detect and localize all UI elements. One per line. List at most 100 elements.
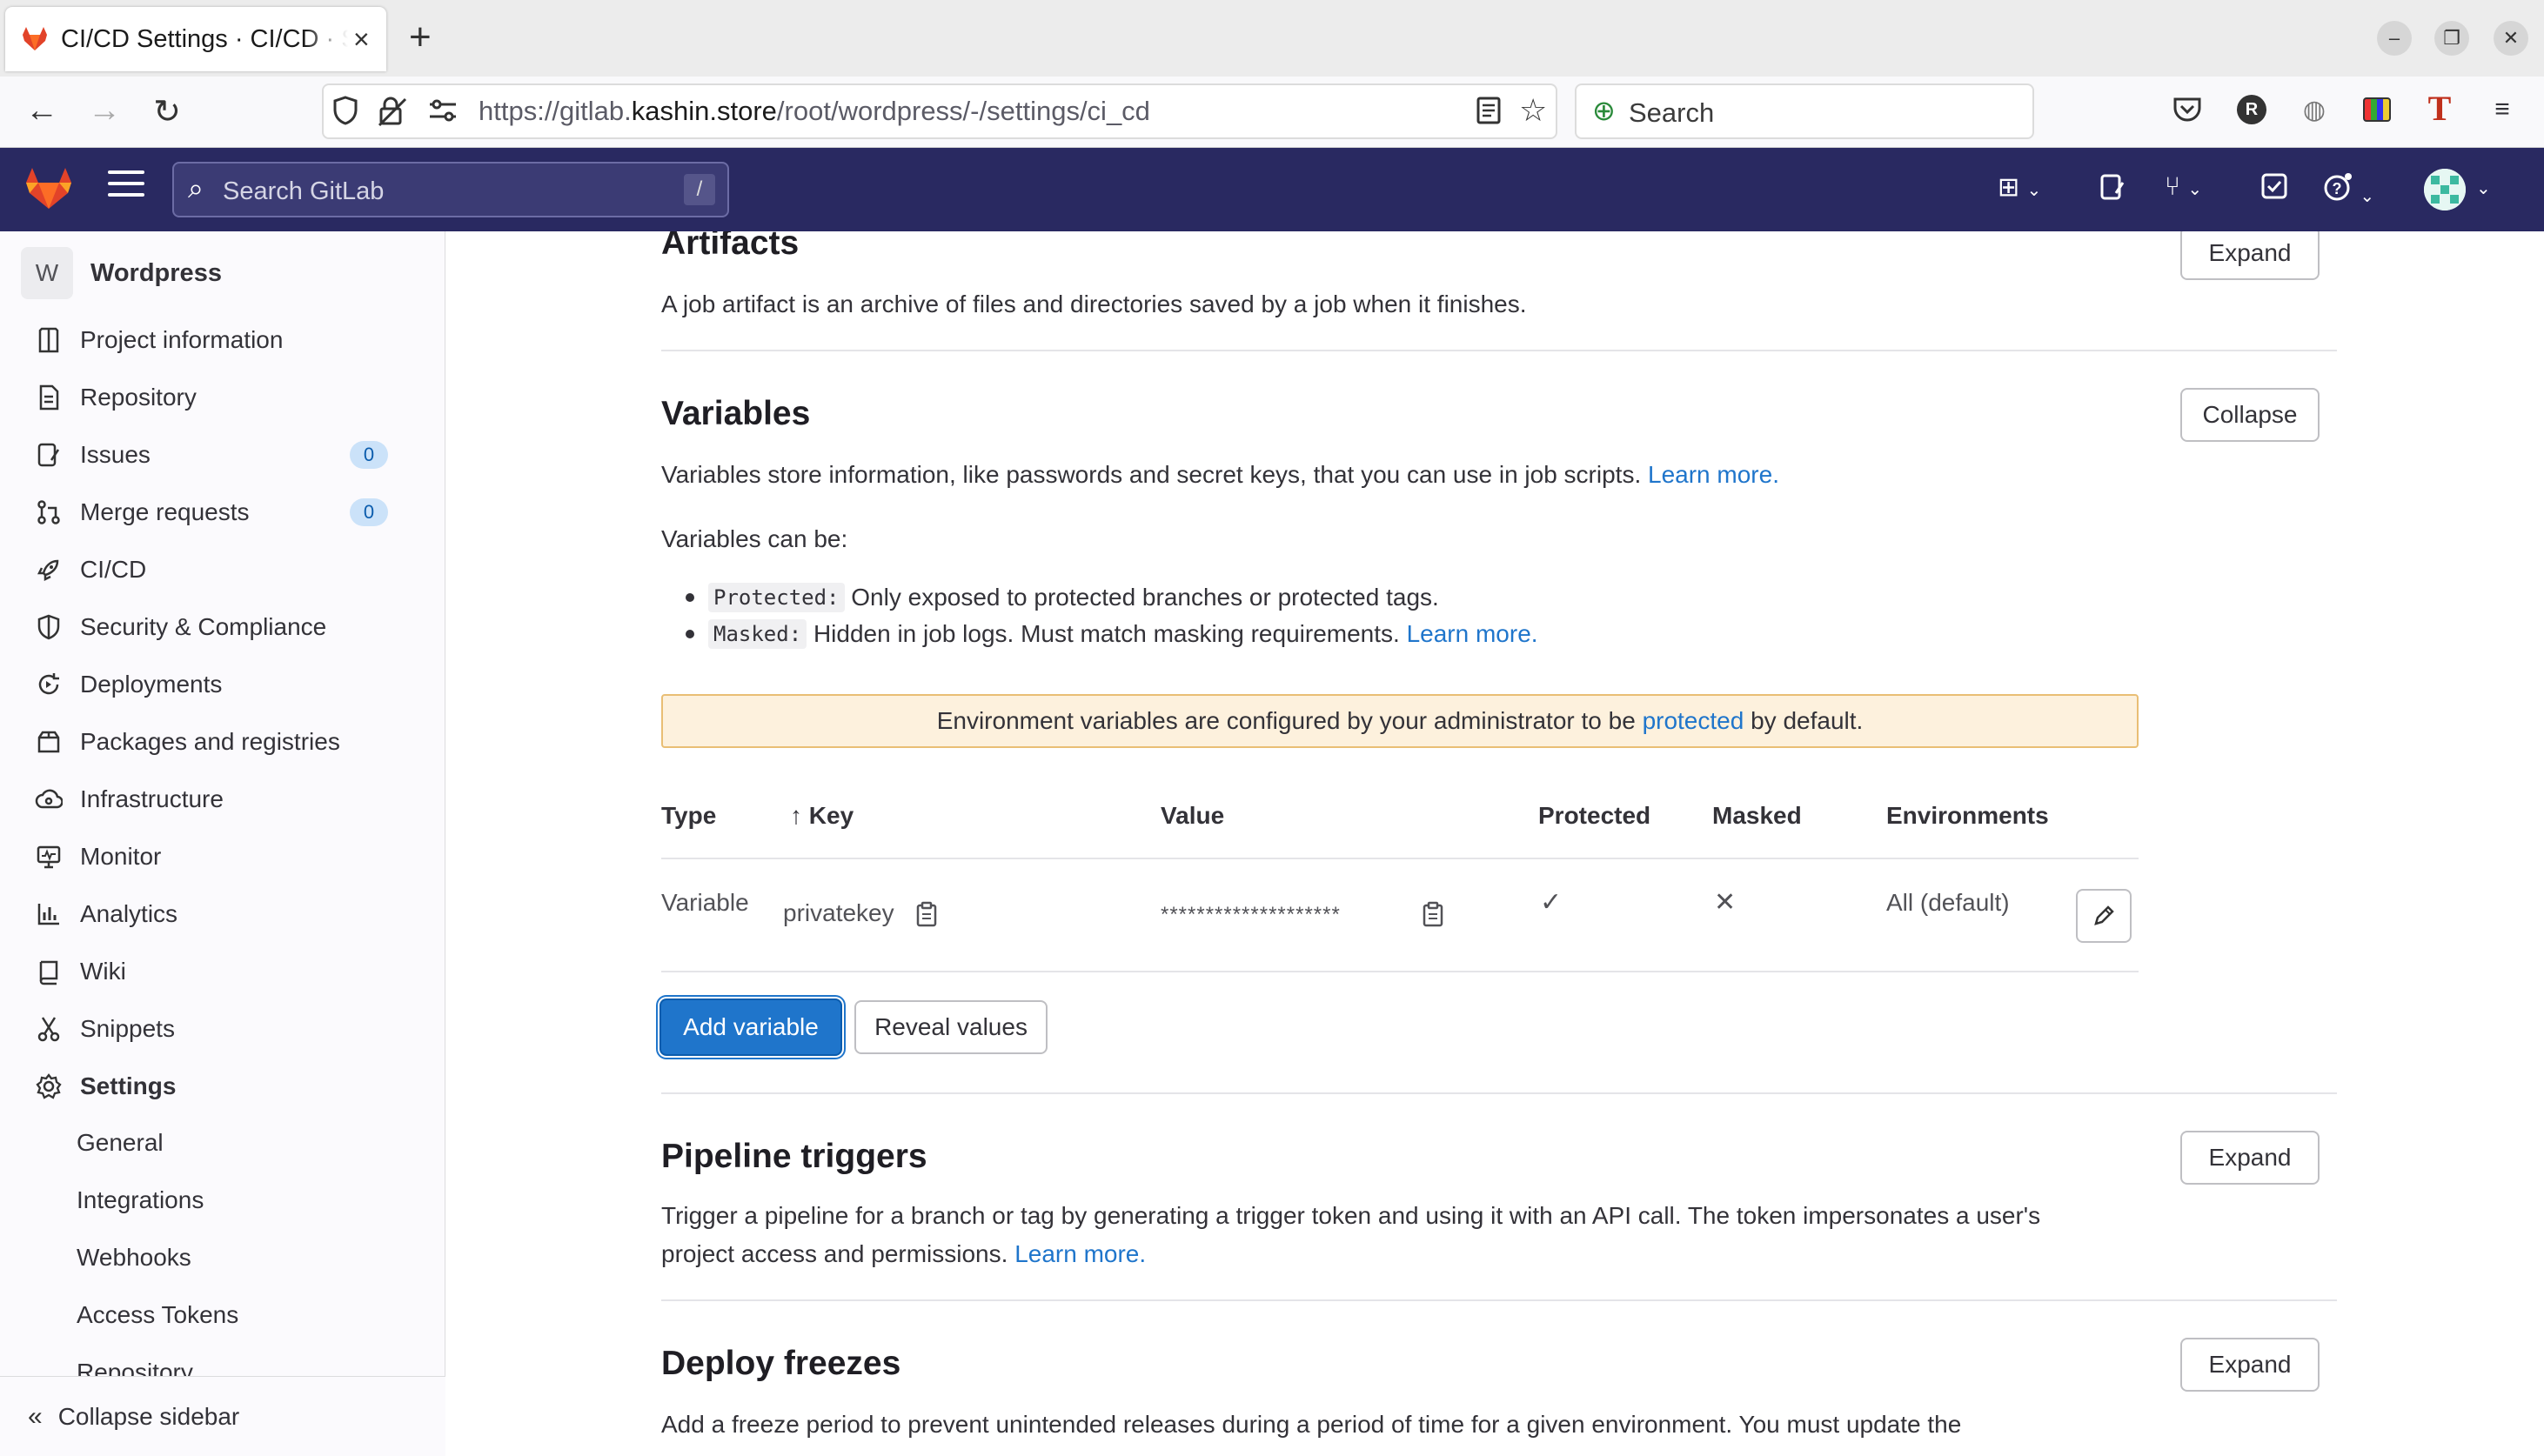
artifacts-description: A job artifact is an archive of files an… — [661, 291, 1527, 317]
sidebar-item-analytics[interactable]: Analytics — [21, 888, 425, 940]
gear-icon — [31, 1069, 66, 1104]
bookmark-star-icon[interactable]: ☆ — [1519, 92, 1547, 129]
sidebar-item-repository[interactable]: Repository — [21, 371, 425, 424]
pipeline-triggers-description: Trigger a pipeline for a branch or tag b… — [661, 1202, 2041, 1267]
close-window-icon[interactable]: ✕ — [2494, 21, 2528, 56]
deploy-freezes-expand-button[interactable]: Expand — [2180, 1338, 2320, 1392]
sidebar-item-deployments[interactable]: Deployments — [21, 658, 425, 711]
artifacts-expand-button[interactable]: Expand — [2180, 231, 2320, 280]
variable-key: privatekey — [783, 899, 894, 926]
sidebar-sub-integrations[interactable]: Integrations — [77, 1186, 204, 1214]
edit-variable-button[interactable] — [2076, 889, 2132, 943]
project-icon — [31, 323, 66, 357]
pipeline-triggers-learn-more-link[interactable]: Learn more. — [1014, 1240, 1146, 1267]
sidebar-item-merge-requests[interactable]: Merge requests 0 — [21, 486, 425, 538]
profile-r-icon[interactable]: R — [2234, 92, 2269, 127]
main-content: Artifacts Expand A job artifact is an ar… — [445, 231, 2544, 1456]
color-extension-icon[interactable] — [2360, 92, 2394, 127]
sidebar-item-wiki[interactable]: Wiki — [21, 945, 425, 998]
app-menu-icon[interactable]: ≡ — [2485, 92, 2520, 127]
browser-tab-bar: CI/CD Settings · CI/CD · Settings × + – … — [0, 0, 2544, 77]
help-icon[interactable]: ? ⌄ — [2323, 172, 2374, 207]
sidebar-item-security-compliance[interactable]: Security & Compliance — [21, 601, 425, 653]
text-extension-icon[interactable]: T — [2422, 89, 2457, 128]
column-header-protected: Protected — [1538, 802, 1651, 829]
variables-description: Variables store information, like passwo… — [661, 461, 1779, 488]
variables-collapse-button[interactable]: Collapse — [2180, 388, 2320, 442]
url-bar[interactable]: https://gitlab.kashin.store/root/wordpre… — [322, 83, 1557, 139]
bullet-protected: Protected: Only exposed to protected bra… — [686, 583, 1439, 612]
pipeline-triggers-expand-button[interactable]: Expand — [2180, 1131, 2320, 1185]
tab-close-icon[interactable]: × — [353, 23, 370, 56]
merge-requests-count-badge: 0 — [350, 498, 388, 526]
sidebar-item-ci-cd[interactable]: CI/CD — [21, 544, 425, 596]
merge-requests-shortcut-icon[interactable]: ⑂ ⌄ — [2165, 172, 2202, 207]
gitlab-logo-icon[interactable] — [24, 165, 73, 212]
sidebar-sub-access-tokens[interactable]: Access Tokens — [77, 1301, 238, 1329]
copy-key-icon[interactable] — [915, 901, 938, 927]
minimize-icon[interactable]: – — [2377, 21, 2412, 56]
create-new-icon[interactable]: ⊞ ⌄ — [1998, 172, 2041, 207]
back-icon[interactable]: ← — [23, 92, 61, 130]
reader-view-icon[interactable] — [1476, 96, 1502, 132]
variable-type: Variable — [661, 889, 749, 916]
masking-learn-more-link[interactable]: Learn more. — [1407, 620, 1538, 648]
reload-icon[interactable]: ↻ — [148, 92, 186, 131]
search-icon: ⌕ — [188, 172, 204, 204]
sort-arrow-icon: ↑ — [790, 802, 802, 829]
repository-icon — [31, 380, 66, 415]
column-header-masked: Masked — [1712, 802, 1802, 829]
url-text[interactable]: https://gitlab.kashin.store/root/wordpre… — [479, 96, 1150, 127]
bullet-masked: Masked: Hidden in job logs. Must match m… — [686, 619, 1538, 649]
collapse-sidebar-button[interactable]: « Collapse sidebar — [0, 1376, 445, 1456]
globe-icon[interactable]: ◍ — [2297, 92, 2332, 127]
monitor-icon — [31, 839, 66, 874]
copy-value-icon[interactable] — [1422, 901, 1444, 927]
sidebar-sub-webhooks[interactable]: Webhooks — [77, 1244, 191, 1272]
browser-toolbar: ← → ↻ https://gitlab.kashin.store/root/w… — [0, 77, 2544, 148]
reveal-values-button[interactable]: Reveal values — [854, 1000, 1048, 1054]
issues-shortcut-icon[interactable] — [2099, 172, 2126, 207]
chart-icon — [31, 897, 66, 932]
main-menu-icon[interactable] — [108, 170, 144, 204]
column-header-environments: Environments — [1886, 802, 2049, 829]
browser-search-field[interactable]: ⊕ Search — [1575, 83, 2034, 139]
column-header-key[interactable]: ↑ Key — [790, 802, 854, 830]
snippet-icon — [31, 1012, 66, 1046]
gitlab-top-bar: ⌕ Search GitLab / ⊞ ⌄ ⑂ ⌄ ? ⌄ ⌄ — [0, 148, 2544, 231]
sidebar-item-project-information[interactable]: Project information — [21, 314, 425, 366]
variables-learn-more-link[interactable]: Learn more. — [1648, 461, 1779, 488]
sidebar-item-infrastructure[interactable]: Infrastructure — [21, 773, 425, 825]
sidebar-item-monitor[interactable]: Monitor — [21, 831, 425, 883]
project-header[interactable]: W Wordpress — [21, 247, 222, 299]
sidebar-item-settings[interactable]: Settings — [21, 1060, 425, 1112]
insecure-lock-icon[interactable] — [378, 96, 407, 134]
gitlab-search-input[interactable]: ⌕ Search GitLab / — [172, 162, 729, 217]
column-header-type: Type — [661, 802, 717, 829]
variables-heading: Variables — [661, 395, 811, 432]
sidebar-sub-general[interactable]: General — [77, 1129, 164, 1157]
variable-value: ******************** — [1161, 903, 1341, 926]
permissions-icon[interactable] — [428, 97, 458, 130]
double-chevron-left-icon: « — [28, 1401, 43, 1431]
forward-icon[interactable]: → — [85, 92, 124, 130]
shield-icon[interactable] — [332, 96, 358, 132]
column-header-value: Value — [1161, 802, 1225, 829]
user-menu-chevron-icon[interactable]: ⌄ — [2476, 177, 2491, 212]
new-tab-icon[interactable]: + — [409, 16, 432, 59]
tab-title: CI/CD Settings · CI/CD · Settings — [61, 24, 348, 53]
user-avatar[interactable] — [2424, 169, 2466, 210]
todo-icon[interactable] — [2260, 172, 2288, 207]
add-variable-button[interactable]: Add variable — [659, 998, 842, 1056]
section-divider — [661, 1092, 2337, 1094]
restore-icon[interactable]: ❐ — [2434, 21, 2469, 56]
protected-link[interactable]: protected — [1643, 707, 1744, 735]
sidebar-item-issues[interactable]: Issues 0 — [21, 429, 425, 481]
masked-x-icon: ✕ — [1714, 888, 1737, 917]
sidebar-item-snippets[interactable]: Snippets — [21, 1003, 425, 1055]
pocket-icon[interactable] — [2170, 92, 2205, 127]
table-header-divider — [661, 858, 2139, 859]
browser-tab[interactable]: CI/CD Settings · CI/CD · Settings × — [5, 7, 386, 71]
book-icon — [31, 954, 66, 989]
sidebar-item-packages-registries[interactable]: Packages and registries — [21, 716, 425, 768]
